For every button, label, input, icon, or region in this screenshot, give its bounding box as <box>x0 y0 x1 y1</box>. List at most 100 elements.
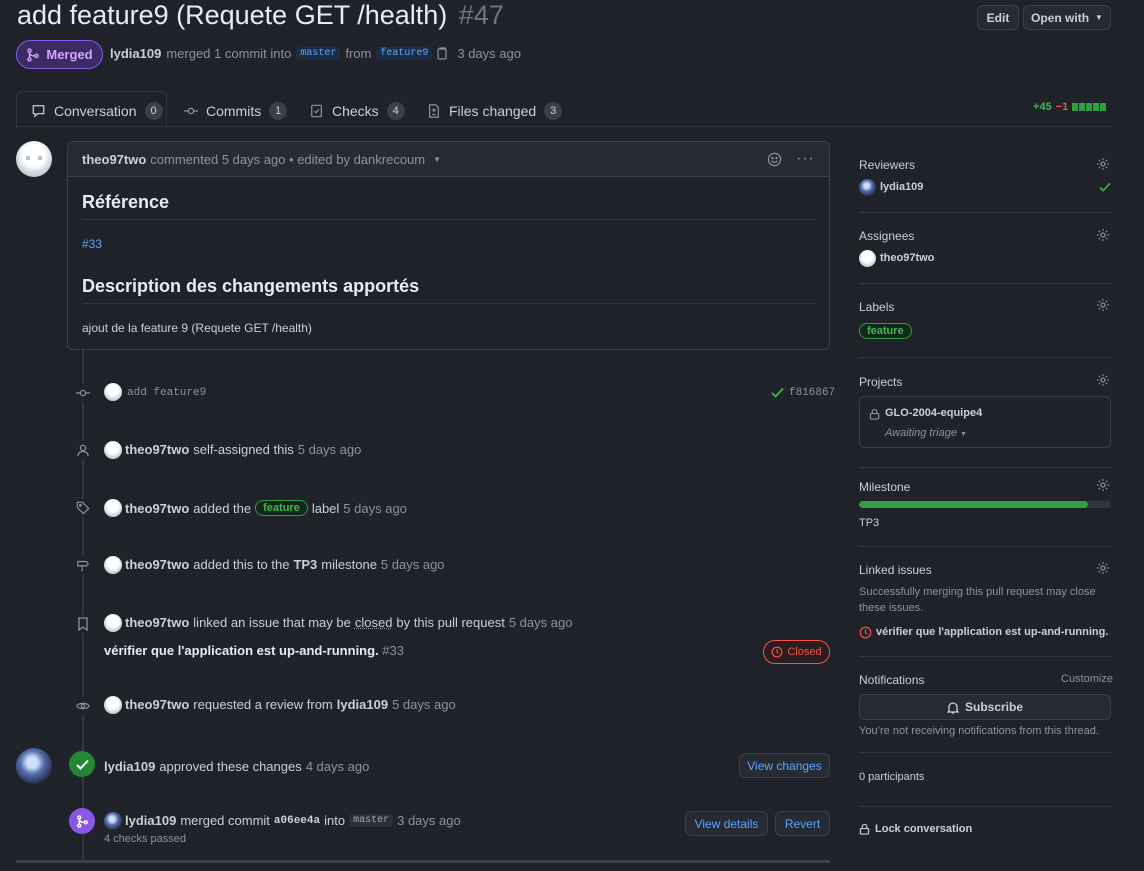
avatar[interactable] <box>859 250 876 267</box>
customize-link[interactable]: Customize <box>1061 673 1113 685</box>
event-time[interactable]: 4 days ago <box>306 759 370 774</box>
commit-message[interactable]: add feature9 <box>127 387 206 399</box>
view-changes-button[interactable]: View changes <box>739 753 830 778</box>
avatar[interactable] <box>104 614 122 632</box>
milestone-icon <box>74 556 92 574</box>
assignees-heading[interactable]: Assignees <box>859 229 914 243</box>
issue-ref-link[interactable]: #33 <box>82 237 102 251</box>
tag-icon <box>74 499 92 517</box>
feature-label[interactable]: feature <box>859 323 912 339</box>
project-status[interactable]: Awaiting triage ▼ <box>885 427 967 439</box>
avatar[interactable] <box>104 696 122 714</box>
diffstat-bar <box>1072 103 1107 111</box>
lock-conversation-link[interactable]: Lock conversation <box>859 823 972 835</box>
notifications-heading: Notifications <box>859 673 925 687</box>
merge-target-branch[interactable]: master <box>349 814 394 827</box>
labels-heading[interactable]: Labels <box>859 300 894 314</box>
event-user[interactable]: theo97two <box>125 697 189 712</box>
kebab-icon[interactable]: ··· <box>796 150 815 168</box>
pr-merge-text: merged 1 commit into <box>166 46 292 61</box>
avatar[interactable] <box>16 748 52 784</box>
reviewer-name[interactable]: lydia109 <box>880 181 923 193</box>
edit-button[interactable]: Edit <box>977 5 1019 30</box>
gear-icon[interactable] <box>1096 561 1110 575</box>
event-text: self-assigned this <box>193 442 294 457</box>
event-user[interactable]: lydia109 <box>125 813 176 828</box>
sidebar-divider <box>859 212 1111 213</box>
base-branch[interactable]: master <box>296 47 341 60</box>
event-time[interactable]: 5 days ago <box>509 615 573 630</box>
event-linked-issue: theo97two linked an issue that may be cl… <box>125 615 572 630</box>
open-with-button[interactable]: Open with ▼ <box>1023 5 1111 30</box>
event-approval: lydia109 approved these changes 4 days a… <box>104 759 369 774</box>
milestone-name[interactable]: TP3 <box>859 517 879 529</box>
tab-commits[interactable]: Commits 1 <box>184 96 288 126</box>
event-user[interactable]: theo97two <box>125 501 189 516</box>
linked-issue-number[interactable]: #33 <box>382 643 404 658</box>
linked-issue-title[interactable]: vérifier que l'application est up-and-ru… <box>104 643 379 658</box>
feature-label[interactable]: feature <box>255 500 308 516</box>
gear-icon[interactable] <box>1096 373 1110 387</box>
person-icon <box>74 441 92 459</box>
gear-icon[interactable] <box>1096 228 1110 242</box>
reviewer-link[interactable]: lydia109 <box>337 697 388 712</box>
sidebar-divider <box>859 806 1111 807</box>
lock-icon <box>859 823 870 835</box>
event-time[interactable]: 5 days ago <box>343 501 407 516</box>
comment-author[interactable]: theo97two <box>82 152 146 167</box>
project-name[interactable]: GLO-2004-equipe4 <box>885 407 982 419</box>
commit-sha[interactable]: f816867 <box>789 387 835 399</box>
avatar[interactable] <box>104 441 122 459</box>
comment-meta[interactable]: commented 5 days ago • edited by dankrec… <box>150 152 425 167</box>
checks-passed[interactable]: 4 checks passed <box>104 833 186 845</box>
event-time[interactable]: 5 days ago <box>381 557 445 572</box>
avatar[interactable] <box>104 499 122 517</box>
merge-icon <box>69 808 95 834</box>
subscribe-button[interactable]: Subscribe <box>859 694 1111 720</box>
assignee-name[interactable]: theo97two <box>880 252 934 264</box>
sidebar-divider <box>859 467 1111 468</box>
issue-closed-icon <box>859 626 872 639</box>
tabs-divider-right <box>166 126 1111 127</box>
diffstat[interactable]: +45 −1 <box>1033 101 1107 113</box>
gear-icon[interactable] <box>1096 298 1110 312</box>
smiley-icon[interactable] <box>767 152 782 167</box>
avatar[interactable] <box>104 383 122 401</box>
avatar[interactable] <box>104 556 122 574</box>
head-branch[interactable]: feature9 <box>376 47 433 60</box>
avatar[interactable] <box>16 141 52 177</box>
project-card[interactable]: GLO-2004-equipe4 Awaiting triage ▼ <box>859 396 1111 448</box>
avatar[interactable] <box>104 812 122 830</box>
pr-author-link[interactable]: lydia109 <box>110 46 161 61</box>
linked-issues-heading[interactable]: Linked issues <box>859 563 932 577</box>
copy-icon[interactable] <box>437 47 449 60</box>
avatar[interactable] <box>859 179 876 196</box>
closed-keyword[interactable]: closed <box>355 615 393 630</box>
caret-down-icon[interactable]: ▼ <box>433 155 441 164</box>
event-time[interactable]: 3 days ago <box>397 813 461 828</box>
event-time[interactable]: 5 days ago <box>392 697 456 712</box>
event-user[interactable]: theo97two <box>125 615 189 630</box>
event-user[interactable]: theo97two <box>125 557 189 572</box>
projects-heading[interactable]: Projects <box>859 375 902 389</box>
sidebar-divider <box>859 546 1111 547</box>
event-time[interactable]: 5 days ago <box>298 442 362 457</box>
revert-button[interactable]: Revert <box>775 811 830 836</box>
checklist-icon <box>311 104 322 118</box>
gear-icon[interactable] <box>1096 478 1110 492</box>
event-user[interactable]: lydia109 <box>104 759 155 774</box>
milestone-heading[interactable]: Milestone <box>859 480 910 494</box>
milestone-link[interactable]: TP3 <box>293 557 317 572</box>
tab-files-changed[interactable]: Files changed 3 <box>427 96 563 126</box>
tab-label: Files changed <box>449 103 537 119</box>
check-icon[interactable] <box>771 387 784 398</box>
view-details-button[interactable]: View details <box>685 811 768 836</box>
linked-issue-link[interactable]: vérifier que l'application est up-and-ru… <box>876 626 1108 638</box>
reviewers-heading[interactable]: Reviewers <box>859 158 915 172</box>
merge-commit-sha[interactable]: a06ee4a <box>274 815 320 827</box>
tab-checks[interactable]: Checks 4 <box>310 96 405 126</box>
event-user[interactable]: theo97two <box>125 442 189 457</box>
gear-icon[interactable] <box>1096 157 1110 171</box>
closed-state-badge: Closed <box>763 640 830 664</box>
tab-conversation[interactable]: Conversation 0 <box>31 96 163 126</box>
